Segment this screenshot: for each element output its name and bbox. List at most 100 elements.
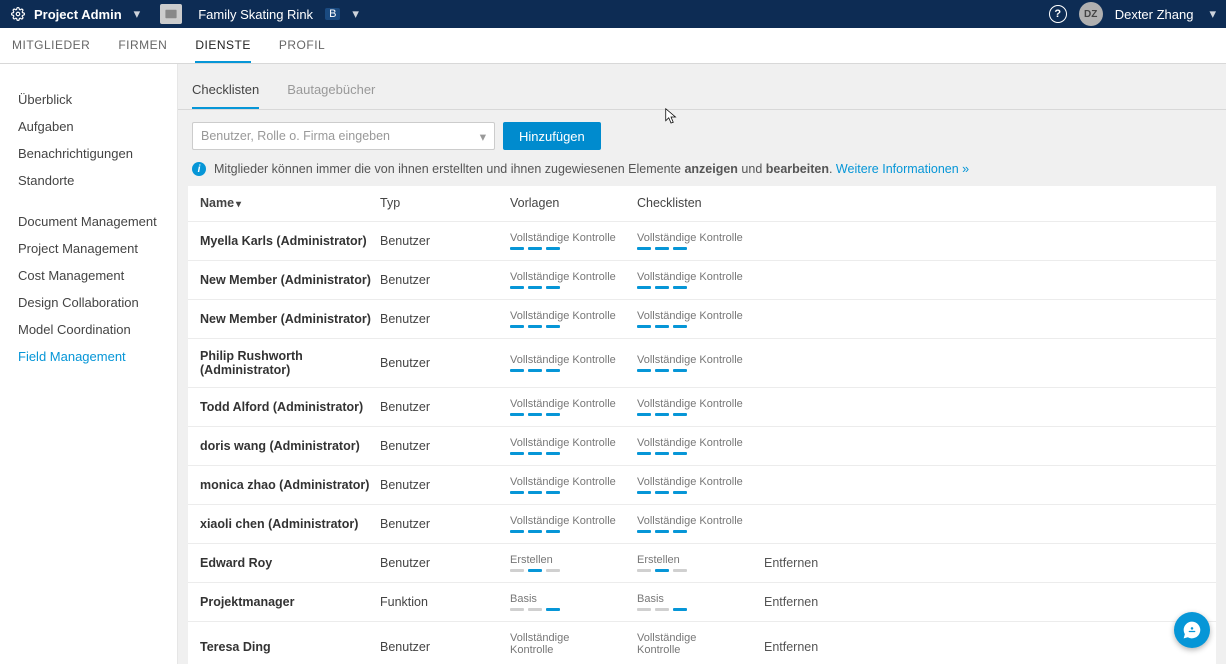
cell-name: Philip Rushworth (Administrator): [200, 349, 380, 377]
permission-level[interactable]: VollständigeKontrolle: [637, 632, 764, 659]
cell-typ: Benutzer: [380, 234, 510, 248]
project-badge: B: [325, 8, 340, 20]
chevron-down-icon: ▾: [236, 199, 241, 210]
cell-name: New Member (Administrator): [200, 273, 380, 287]
col-checklisten[interactable]: Checklisten: [637, 196, 764, 210]
app-header: Project Admin ▾ Family Skating Rink B ▾ …: [0, 0, 1226, 28]
chat-help-button[interactable]: [1174, 612, 1210, 648]
sidebar-item-project-management[interactable]: Project Management: [18, 235, 167, 262]
cell-name: Projektmanager: [200, 595, 380, 609]
permission-level[interactable]: Basis: [510, 593, 637, 611]
table-row[interactable]: Todd Alford (Administrator)BenutzerVolls…: [188, 387, 1216, 426]
table-row[interactable]: Teresa DingBenutzerVollständigeKontrolle…: [188, 621, 1216, 659]
cell-typ: Benutzer: [380, 439, 510, 453]
table-row[interactable]: Edward RoyBenutzerErstellenErstellenEntf…: [188, 543, 1216, 582]
cell-action[interactable]: Entfernen: [764, 595, 1204, 609]
col-vorlagen[interactable]: Vorlagen: [510, 196, 637, 210]
sidebar-item-design-collaboration[interactable]: Design Collaboration: [18, 289, 167, 316]
permission-level[interactable]: Vollständige Kontrolle: [510, 354, 637, 372]
permission-level[interactable]: Vollständige Kontrolle: [510, 271, 637, 289]
combo-placeholder: Benutzer, Rolle o. Firma eingeben: [201, 129, 390, 143]
permission-level[interactable]: Vollständige Kontrolle: [637, 310, 764, 328]
table-header: Name▾ Typ Vorlagen Checklisten: [188, 186, 1216, 221]
permission-level[interactable]: Vollständige Kontrolle: [637, 437, 764, 455]
tab-checklisten[interactable]: Checklisten: [192, 82, 259, 109]
gear-icon[interactable]: [10, 6, 26, 22]
info-bar: i Mitglieder können immer die von ihnen …: [190, 162, 1214, 186]
permission-level[interactable]: Basis: [637, 593, 764, 611]
cell-name: Edward Roy: [200, 556, 380, 570]
user-name[interactable]: Dexter Zhang: [1115, 7, 1194, 22]
tab-dienste[interactable]: DIENSTE: [195, 28, 251, 63]
top-tabs: MITGLIEDER FIRMEN DIENSTE PROFIL: [0, 28, 1226, 64]
tab-bautagebucher[interactable]: Bautagebücher: [287, 82, 375, 109]
permission-level[interactable]: Vollständige Kontrolle: [637, 271, 764, 289]
content-tabs: Checklisten Bautagebücher: [178, 64, 1226, 110]
sidebar-item-model-coordination[interactable]: Model Coordination: [18, 316, 167, 343]
cell-typ: Benutzer: [380, 400, 510, 414]
table-row[interactable]: New Member (Administrator)BenutzerVollst…: [188, 260, 1216, 299]
permission-level[interactable]: Vollständige Kontrolle: [637, 398, 764, 416]
table-row[interactable]: ProjektmanagerFunktionBasisBasisEntferne…: [188, 582, 1216, 621]
permission-level[interactable]: Erstellen: [510, 554, 637, 572]
sidebar-item-benachrichtigungen[interactable]: Benachrichtigungen: [18, 140, 167, 167]
project-icon[interactable]: [160, 4, 182, 24]
help-icon[interactable]: ?: [1049, 5, 1067, 23]
content-area: Checklisten Bautagebücher Benutzer, Roll…: [178, 64, 1226, 664]
cell-name: Todd Alford (Administrator): [200, 400, 380, 414]
cell-typ: Benutzer: [380, 273, 510, 287]
project-name[interactable]: Family Skating Rink: [198, 7, 313, 22]
permission-level[interactable]: Erstellen: [637, 554, 764, 572]
permission-level[interactable]: Vollständige Kontrolle: [510, 476, 637, 494]
cell-typ: Benutzer: [380, 312, 510, 326]
tab-firmen[interactable]: FIRMEN: [118, 28, 167, 63]
col-name[interactable]: Name▾: [200, 196, 380, 210]
permission-level[interactable]: VollständigeKontrolle: [510, 632, 637, 659]
permission-level[interactable]: Vollständige Kontrolle: [637, 476, 764, 494]
chevron-down-icon[interactable]: ▾: [134, 6, 141, 22]
cell-typ: Benutzer: [380, 640, 510, 654]
add-button[interactable]: Hinzufügen: [503, 122, 601, 150]
cell-action[interactable]: Entfernen: [764, 556, 1204, 570]
permission-level[interactable]: Vollständige Kontrolle: [637, 515, 764, 533]
info-icon: i: [192, 162, 206, 176]
col-typ[interactable]: Typ: [380, 196, 510, 210]
cell-action[interactable]: Entfernen: [764, 640, 1204, 654]
table-row[interactable]: Philip Rushworth (Administrator)Benutzer…: [188, 338, 1216, 387]
controls-row: Benutzer, Rolle o. Firma eingeben ▾ Hinz…: [190, 110, 1214, 162]
avatar[interactable]: DZ: [1079, 2, 1103, 26]
sidebar-item-aufgaben[interactable]: Aufgaben: [18, 113, 167, 140]
permission-level[interactable]: Vollständige Kontrolle: [510, 232, 637, 250]
permission-level[interactable]: Vollständige Kontrolle: [510, 310, 637, 328]
sidebar-item-field-management[interactable]: Field Management: [18, 343, 167, 370]
table-row[interactable]: New Member (Administrator)BenutzerVollst…: [188, 299, 1216, 338]
app-title[interactable]: Project Admin: [34, 7, 122, 22]
cell-name: Teresa Ding: [200, 640, 380, 654]
chevron-down-icon: ▾: [480, 129, 486, 144]
chevron-down-icon[interactable]: ▾: [352, 6, 359, 22]
sidebar: Überblick Aufgaben Benachrichtigungen St…: [0, 64, 178, 664]
sidebar-item-cost-management[interactable]: Cost Management: [18, 262, 167, 289]
tab-profil[interactable]: PROFIL: [279, 28, 325, 63]
sidebar-item-uberblick[interactable]: Überblick: [18, 86, 167, 113]
cell-typ: Funktion: [380, 595, 510, 609]
permission-level[interactable]: Vollständige Kontrolle: [637, 354, 764, 372]
tab-mitglieder[interactable]: MITGLIEDER: [12, 28, 90, 63]
permission-level[interactable]: Vollständige Kontrolle: [510, 398, 637, 416]
permission-level[interactable]: Vollständige Kontrolle: [510, 437, 637, 455]
permission-level[interactable]: Vollständige Kontrolle: [637, 232, 764, 250]
cell-name: doris wang (Administrator): [200, 439, 380, 453]
permissions-table: Name▾ Typ Vorlagen Checklisten Myella Ka…: [188, 186, 1216, 664]
table-row[interactable]: Myella Karls (Administrator)BenutzerVoll…: [188, 221, 1216, 260]
sidebar-item-standorte[interactable]: Standorte: [18, 167, 167, 194]
permission-level[interactable]: Vollständige Kontrolle: [510, 515, 637, 533]
more-info-link[interactable]: Weitere Informationen »: [836, 162, 969, 176]
sidebar-item-document-management[interactable]: Document Management: [18, 208, 167, 235]
table-row[interactable]: monica zhao (Administrator)BenutzerVolls…: [188, 465, 1216, 504]
table-body[interactable]: Myella Karls (Administrator)BenutzerVoll…: [188, 221, 1216, 659]
chevron-down-icon[interactable]: ▾: [1209, 6, 1216, 22]
table-row[interactable]: xiaoli chen (Administrator)BenutzerVolls…: [188, 504, 1216, 543]
user-role-firm-combo[interactable]: Benutzer, Rolle o. Firma eingeben ▾: [192, 122, 495, 150]
cell-name: monica zhao (Administrator): [200, 478, 380, 492]
table-row[interactable]: doris wang (Administrator)BenutzerVollst…: [188, 426, 1216, 465]
